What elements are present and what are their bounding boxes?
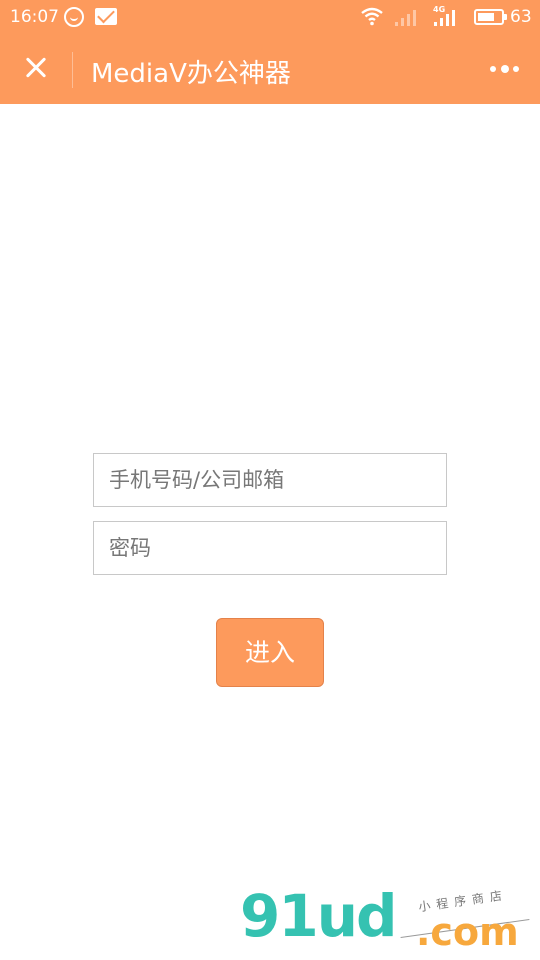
status-time: 16:07 <box>10 7 59 27</box>
password-input[interactable] <box>94 522 446 574</box>
wifi-icon <box>361 7 383 26</box>
signal-strength-icon <box>434 8 462 26</box>
close-button[interactable] <box>14 46 58 90</box>
watermark-brand: 91ud <box>240 882 398 950</box>
nav-bar: MediaV办公神器 <box>0 34 540 104</box>
account-input[interactable] <box>94 454 446 506</box>
more-dots-icon <box>490 66 496 72</box>
enter-button[interactable]: 进入 <box>216 618 324 687</box>
page-title: MediaV办公神器 <box>91 59 291 89</box>
nav-divider <box>72 52 73 88</box>
account-field <box>93 453 447 507</box>
battery-level: 63 <box>510 7 532 27</box>
header: 16:07 4G 63 MediaV办公神器 <box>0 0 540 104</box>
watermark-logo: 91ud 小程序商店 .com <box>240 882 540 960</box>
watermark-domain: .com <box>416 910 519 954</box>
password-field <box>93 521 447 575</box>
signal-strength-icon-sim2 <box>395 8 423 26</box>
mail-icon <box>95 8 117 25</box>
battery-icon <box>474 9 507 25</box>
status-bar: 16:07 4G 63 <box>0 0 540 34</box>
notification-app-icon <box>64 7 84 27</box>
more-options-button[interactable] <box>482 54 526 84</box>
